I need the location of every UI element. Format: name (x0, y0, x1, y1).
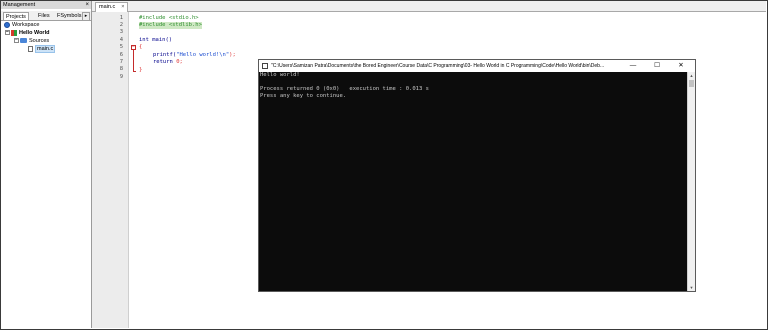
line-number: 6 (119, 52, 123, 58)
console-scrollbar[interactable]: ▲ ▼ (687, 72, 695, 291)
file-icon (28, 45, 33, 52)
console-app-icon (262, 63, 268, 69)
project-icon (11, 29, 17, 36)
management-close-icon[interactable]: × (85, 1, 89, 9)
function-call: printf( (153, 52, 177, 58)
scroll-thumb[interactable] (689, 80, 694, 87)
line-number: 1 (119, 15, 123, 21)
code-line-6[interactable]: printf("Hello world!\n"); (153, 52, 236, 59)
collapse-toggle-icon[interactable]: − (5, 30, 10, 36)
tab-scroll-arrow-icon[interactable]: ▸ (82, 12, 90, 21)
close-tab-icon[interactable]: × (121, 4, 124, 10)
line-number: 7 (119, 59, 123, 65)
line-number: 4 (119, 37, 123, 43)
line-number: 8 (119, 66, 123, 72)
code-line-4[interactable]: int main() (139, 37, 172, 44)
project-label: Hello World (19, 30, 50, 36)
call-end: ); (229, 52, 236, 58)
management-title: Management (1, 1, 91, 9)
editor-tab-main-c[interactable]: main.c × (95, 2, 129, 12)
code-line-7[interactable]: return 0; (153, 59, 183, 66)
maximize-button[interactable]: ☐ (645, 60, 669, 72)
code-line-2[interactable]: #include <stdlib.h> (139, 22, 202, 29)
workspace-label: Workspace (12, 22, 40, 28)
header-name: <stdio.h> (168, 15, 199, 21)
workspace-icon (4, 21, 10, 28)
code-line-1[interactable]: #include <stdio.h> (139, 15, 199, 22)
tab-projects[interactable]: Projects (3, 12, 29, 20)
tree-item-workspace[interactable]: Workspace (4, 21, 39, 29)
tree-item-project[interactable]: − Hello World (5, 29, 49, 37)
line-number: 9 (119, 74, 123, 80)
semicolon: ; (179, 59, 183, 65)
editor-tab-bar: main.c × (92, 1, 766, 12)
function-signature: int main() (139, 37, 173, 43)
editor-tab-label: main.c (99, 4, 116, 10)
header-name: <stdlib.h> (168, 22, 202, 28)
close-button[interactable]: ✕ (669, 60, 693, 72)
console-title: "C:\Users\Samizan Patra\Documents\the Bo… (271, 63, 605, 69)
scroll-up-icon[interactable]: ▲ (688, 72, 695, 79)
line-number-gutter: 1 2 3 4 5 6 7 8 9 (92, 12, 129, 328)
string-literal: "Hello world!\n" (176, 52, 230, 58)
management-panel: Management × Projects Files FSymbols ▸ W… (1, 1, 92, 328)
preprocessor: #include (139, 15, 166, 21)
file-label: main.c (35, 45, 56, 53)
collapse-toggle-icon[interactable]: − (14, 38, 19, 44)
fold-line (133, 50, 134, 71)
tree-item-sources[interactable]: − Sources (14, 37, 49, 45)
tree-item-main-c[interactable]: main.c (28, 45, 56, 53)
sources-label: Sources (29, 38, 50, 44)
minimize-button[interactable]: — (621, 60, 645, 72)
return-keyword: return (153, 59, 173, 65)
line-number: 2 (119, 22, 123, 28)
console-output: Hello world! Process returned 0 (0x0) ex… (260, 72, 429, 99)
management-tabs: Projects Files FSymbols ▸ (1, 11, 91, 21)
folder-icon (20, 38, 27, 44)
line-number: 3 (119, 29, 123, 35)
code-line-5[interactable]: { (139, 44, 142, 51)
console-titlebar[interactable]: "C:\Users\Samizan Patra\Documents\the Bo… (259, 60, 695, 72)
line-number: 5 (119, 44, 123, 50)
code-line-8[interactable]: } (139, 67, 142, 74)
tab-files[interactable]: Files (36, 12, 52, 20)
tab-fsymbols[interactable]: FSymbols (55, 12, 83, 20)
fold-end (133, 71, 136, 72)
preprocessor: #include (139, 22, 166, 28)
scroll-down-icon[interactable]: ▼ (688, 284, 695, 291)
console-window[interactable]: "C:\Users\Samizan Patra\Documents\the Bo… (258, 59, 696, 292)
